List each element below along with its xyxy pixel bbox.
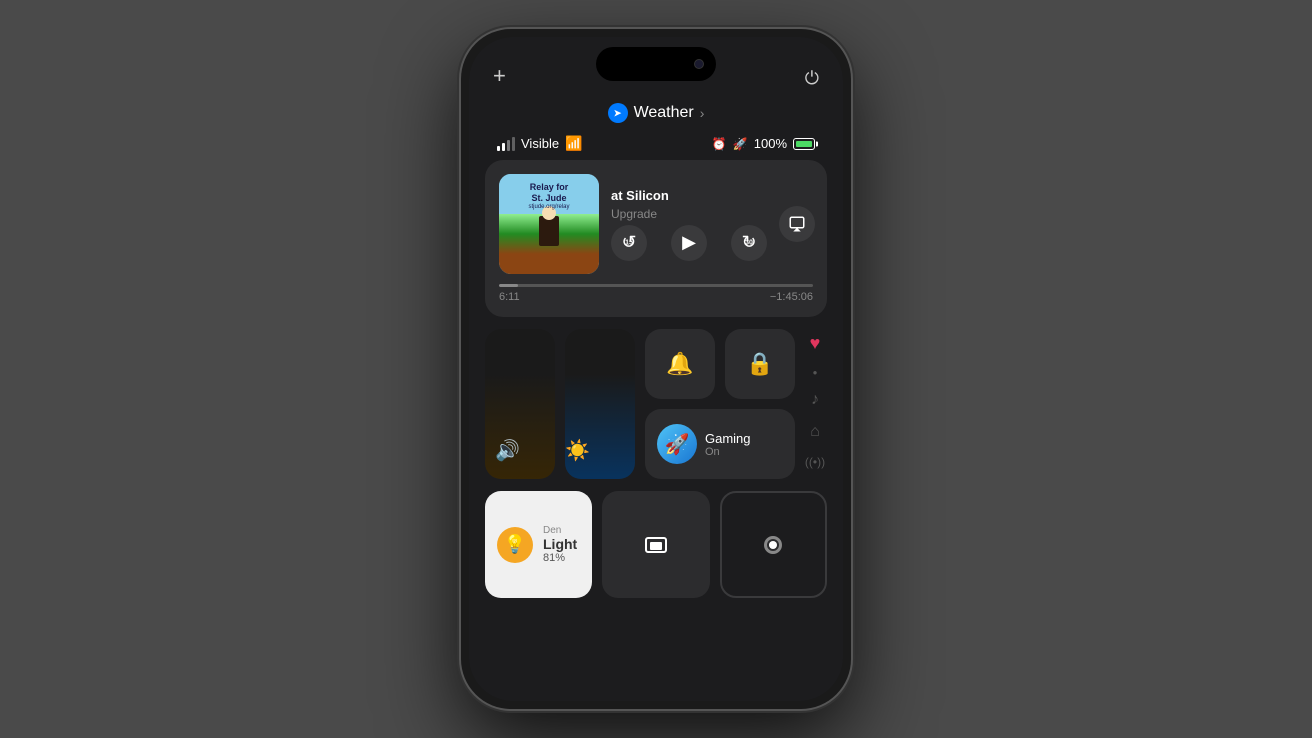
artwork-title-line2: St. Jude bbox=[531, 193, 566, 204]
gaming-text: Gaming On bbox=[705, 431, 751, 458]
home-device: Light bbox=[543, 536, 577, 552]
weather-bar[interactable]: ➤ Weather › bbox=[469, 97, 843, 131]
progress-row: 6:11 −1:45:06 bbox=[499, 284, 813, 303]
status-left: Visible 📶 bbox=[497, 135, 583, 152]
signal-bar-2 bbox=[502, 143, 505, 151]
progress-bar[interactable] bbox=[499, 284, 813, 287]
skip-forward-button[interactable]: ↻ 30 bbox=[731, 225, 767, 261]
time-elapsed: 6:11 bbox=[499, 291, 520, 303]
power-button[interactable]: ⏻ bbox=[805, 68, 819, 89]
dynamic-island bbox=[596, 47, 716, 81]
screen-record-button[interactable] bbox=[720, 491, 827, 598]
rotation-lock-button[interactable]: 🔒 bbox=[725, 329, 795, 399]
home-light-icon: 💡 bbox=[497, 527, 533, 563]
podcast-artwork: Relay for St. Jude stjude.org/relay bbox=[499, 174, 599, 274]
home-text: Den Light 81% bbox=[543, 525, 577, 564]
battery-pct: 100% bbox=[754, 136, 787, 151]
artwork-title-line1: Relay for bbox=[530, 182, 569, 193]
camera-dot bbox=[694, 59, 704, 69]
antenna-icon: ((•)) bbox=[805, 455, 825, 469]
time-remaining: −1:45:06 bbox=[770, 291, 813, 303]
weather-chevron-icon: › bbox=[700, 105, 705, 121]
home-pct: 81% bbox=[543, 552, 577, 564]
gaming-status: On bbox=[705, 446, 751, 458]
right-side-strip: ♥ ● ♪ ⌂ ((•)) bbox=[803, 329, 827, 469]
podcast-card[interactable]: Relay for St. Jude stjude.org/relay at S… bbox=[485, 160, 827, 317]
home-icon: ⌂ bbox=[810, 423, 820, 441]
skip-back-button[interactable]: ↺ 15 bbox=[611, 225, 647, 261]
signal-bar-1 bbox=[497, 146, 500, 151]
podcast-controls: ↺ 15 ▶ ↻ 30 bbox=[611, 225, 767, 261]
gaming-label: Gaming bbox=[705, 431, 751, 446]
podcast-top: Relay for St. Jude stjude.org/relay at S… bbox=[499, 174, 813, 274]
screen-mirror-button[interactable] bbox=[602, 491, 709, 598]
signal-icon bbox=[497, 137, 515, 151]
podcast-title: at Silicon bbox=[611, 188, 767, 203]
carrier-name: Visible bbox=[521, 136, 559, 151]
weather-label: Weather bbox=[634, 104, 694, 122]
home-light-widget[interactable]: 💡 Den Light 81% bbox=[485, 491, 592, 598]
airplay-button[interactable] bbox=[779, 206, 815, 242]
heart-icon: ♥ bbox=[810, 333, 821, 354]
time-row: 6:11 −1:45:06 bbox=[499, 291, 813, 303]
rocket-icon: 🚀 bbox=[733, 137, 748, 151]
alarm-icon: ⏰ bbox=[712, 137, 727, 151]
content-area: Relay for St. Jude stjude.org/relay at S… bbox=[469, 160, 843, 701]
add-button[interactable]: + bbox=[493, 63, 506, 89]
skip-back-label: 15 bbox=[625, 239, 633, 246]
progress-fill bbox=[499, 284, 518, 287]
gaming-mode-button[interactable]: 🚀 Gaming On bbox=[645, 409, 795, 479]
status-right: ⏰ 🚀 100% bbox=[712, 136, 815, 151]
battery-icon bbox=[793, 138, 815, 150]
play-button[interactable]: ▶ bbox=[671, 225, 707, 261]
gaming-icon: 🚀 bbox=[657, 424, 697, 464]
screen: + ⏻ ➤ Weather › Visible bbox=[469, 37, 843, 701]
focus-bell-button[interactable]: 🔔 bbox=[645, 329, 715, 399]
wifi-icon: 📶 bbox=[565, 135, 582, 152]
home-room: Den bbox=[543, 525, 577, 536]
artwork-url: stjude.org/relay bbox=[528, 204, 569, 210]
signal-bar-4 bbox=[512, 137, 515, 151]
control-center-area: 🔔 🔒 🚀 Gaming On bbox=[485, 329, 827, 479]
top-bar: + ⏻ bbox=[469, 37, 843, 97]
sun-icon: ☀️ bbox=[565, 438, 590, 463]
status-bar: Visible 📶 ⏰ 🚀 100% bbox=[469, 131, 843, 160]
podcast-subtitle: Upgrade bbox=[611, 207, 767, 221]
signal-bar-3 bbox=[507, 140, 510, 151]
skip-forward-label: 30 bbox=[745, 239, 753, 246]
phone-frame: + ⏻ ➤ Weather › Visible bbox=[461, 29, 851, 709]
music-note-icon: ♪ bbox=[811, 391, 819, 409]
location-icon: ➤ bbox=[608, 103, 628, 123]
volume-icon: 🔊 bbox=[495, 438, 520, 463]
podcast-info: at Silicon Upgrade ↺ 15 ▶ ↻ 30 bbox=[611, 188, 767, 261]
bottom-row: 💡 Den Light 81% bbox=[485, 491, 827, 598]
